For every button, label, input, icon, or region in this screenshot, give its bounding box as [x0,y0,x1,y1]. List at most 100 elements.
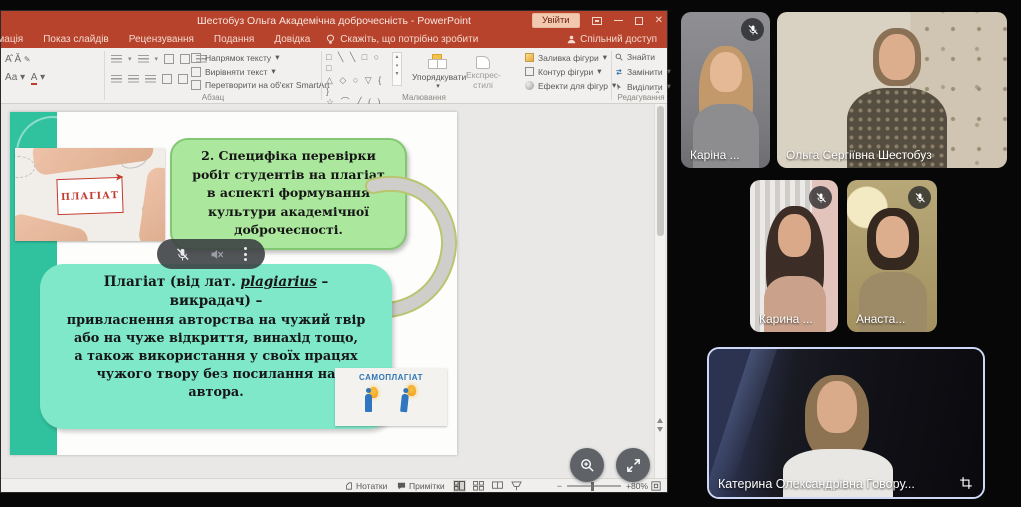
participant-name: Каріна ... [690,148,740,162]
expand-arrows-icon [625,457,642,474]
tab-help[interactable]: Довідка [264,34,320,45]
shape-effects-button[interactable]: Ефекти для фігур ▾ [525,80,616,91]
mic-muted-badge [741,18,764,41]
mic-muted-badge [809,186,832,209]
share-button[interactable]: Спільний доступ [567,34,667,45]
find-button[interactable]: Знайти [615,52,671,62]
reading-view-button[interactable] [491,480,504,492]
zoom-out-button[interactable]: − [557,481,562,491]
tab-review[interactable]: Рецензування [119,34,204,45]
zoom-slider[interactable] [567,485,621,487]
more-options-icon[interactable] [244,247,247,261]
font-size-buttons[interactable]: А̂ А̌ ✎ [5,54,31,65]
vertical-scrollbar[interactable] [654,104,665,478]
tab-slideshow[interactable]: Показ слайдів [33,34,119,45]
ribbon-group-paragraph: ▾ ▾ Напрямок тексту ▾ Вирівняти текст ▾ … [107,48,319,103]
mic-muted-badge [908,186,931,209]
tell-me-box[interactable]: Скажіть, що потрібно зробити [320,34,484,45]
scrollbar-thumb[interactable] [657,106,664,236]
slide-canvas: ПЛАГІАТ ➤ 2. Специфіка перевірки робіт с… [1,104,667,478]
smartart-button[interactable]: Перетворити на об'єкт SmartArt [191,80,329,90]
plagiat-card: ПЛАГІАТ ➤ [56,177,123,215]
tab-animation[interactable]: Анімація [0,34,33,45]
arrange-icon [428,54,448,70]
notes-icon [345,482,353,490]
shape-fill-button[interactable]: Заливка фігури ▾ [525,52,616,63]
normal-view-button[interactable] [453,480,466,492]
effects-icon [525,81,534,90]
close-button[interactable]: ✕ [655,16,663,26]
arrange-button[interactable]: Упорядкувати▾ [412,54,464,90]
outline-icon [525,67,534,76]
meet-call-screen: Шестобуз Ольга Академічна доброчесність … [0,0,1021,507]
participant-tile[interactable]: Анаста... [847,180,937,332]
font-color-buttons[interactable]: Аа ▾ А ▾ [5,72,45,83]
tab-view[interactable]: Подання [204,34,264,45]
participant-name: Ольга Сергіївна Шестобуз [786,148,932,162]
ribbon: А̂ А̌ ✎ Аа ▾ А ▾ ▾ ▾ Напрямок тексту ▾ В… [1,48,667,104]
figures-with-bulbs [335,382,447,416]
samoplagiat-image: САМОПЛАГІАТ [335,368,447,426]
group-label-paragraph: Абзац [107,93,319,102]
replace-button[interactable]: Замінити ▾ [615,66,671,77]
notes-button[interactable]: Нотатки [345,479,387,493]
ribbon-group-drawing: □ ╲ ╲ □ ○ □ △ ◇ ○ ▽ { } ☆ ⌒ ╱ ( ) ○ ▲▾▼ … [324,48,524,103]
comments-icon [397,482,406,490]
lightbulb-icon [326,34,335,45]
slide-sorter-icon [473,481,484,491]
restore-button[interactable] [635,17,643,25]
participant-video [709,349,983,497]
quick-styles-icon [476,56,490,69]
mic-off-icon[interactable] [175,247,190,262]
cursor-icon [615,83,623,91]
next-slide-icon[interactable] [657,427,663,432]
title-bar: Шестобуз Ольга Академічна доброчесність … [1,11,667,30]
participant-tile[interactable]: Ольга Сергіївна Шестобуз [777,12,1007,168]
magnifier-plus-icon [579,457,596,474]
audio-off-icon[interactable] [209,247,224,262]
presentation-controls-pill [157,239,265,269]
previous-slide-icon[interactable] [657,418,663,423]
group-label-drawing: Малювання [324,93,524,102]
ribbon-display-options-icon[interactable] [592,17,602,25]
minimize-button[interactable] [614,20,623,22]
shapes-scroll-buttons[interactable]: ▲▾▼ [392,52,402,86]
fit-to-window-icon [651,481,661,491]
participant-tile[interactable]: Каріна ... [681,12,770,168]
search-icon [615,53,623,61]
sign-in-button[interactable]: Увійти [532,13,580,28]
align-text-button[interactable]: Вирівняти текст ▾ [191,66,329,77]
reading-view-icon [492,481,503,491]
quick-styles-button[interactable]: Експрес-стилі [466,56,500,91]
powerpoint-window: Шестобуз Ольга Академічна доброчесність … [1,11,667,492]
definition-title: Плагіат (від лат. plagiarius – викрадач)… [48,273,384,311]
shape-format-buttons: Заливка фігури ▾ Контур фігури ▾ Ефекти … [525,48,609,103]
participant-tile-active-speaker[interactable]: Катерина Олександрівна Говору... [707,347,985,499]
normal-view-icon [454,481,465,491]
person-icon [567,35,576,44]
plagiarism-photo: ПЛАГІАТ ➤ [15,148,165,241]
comments-button[interactable]: Примітки [397,479,445,493]
fit-slide-button[interactable] [651,479,661,493]
crop-icon[interactable] [959,476,973,490]
slide-sorter-button[interactable] [472,480,485,492]
definition-body: привласнення авторства на чужий твір або… [48,312,384,403]
expand-presentation-button[interactable] [616,448,650,482]
slide-nav-buttons[interactable] [655,414,665,436]
slideshow-button[interactable] [510,480,523,492]
red-arrow-icon: ➤ [115,172,124,183]
participant-name: Карина ... [759,312,813,326]
ribbon-tabs: Анімація Показ слайдів Рецензування Пода… [1,30,667,48]
align-buttons[interactable] [111,74,188,84]
replace-icon [615,68,623,76]
collapse-ribbon-icon[interactable]: ⌃ [654,90,661,99]
participant-video [777,12,1007,168]
slideshow-icon [511,481,522,491]
select-button[interactable]: Виділити ▾ [615,81,671,92]
zoom-in-presentation-button[interactable] [570,448,604,482]
text-direction-button[interactable]: Напрямок тексту ▾ [191,52,329,63]
participant-tile[interactable]: Карина ... [750,180,838,332]
shape-outline-button[interactable]: Контур фігури ▾ [525,66,616,77]
status-bar: Нотатки Примітки − + 80 [1,478,667,492]
zoom-slider-thumb[interactable] [591,482,595,491]
